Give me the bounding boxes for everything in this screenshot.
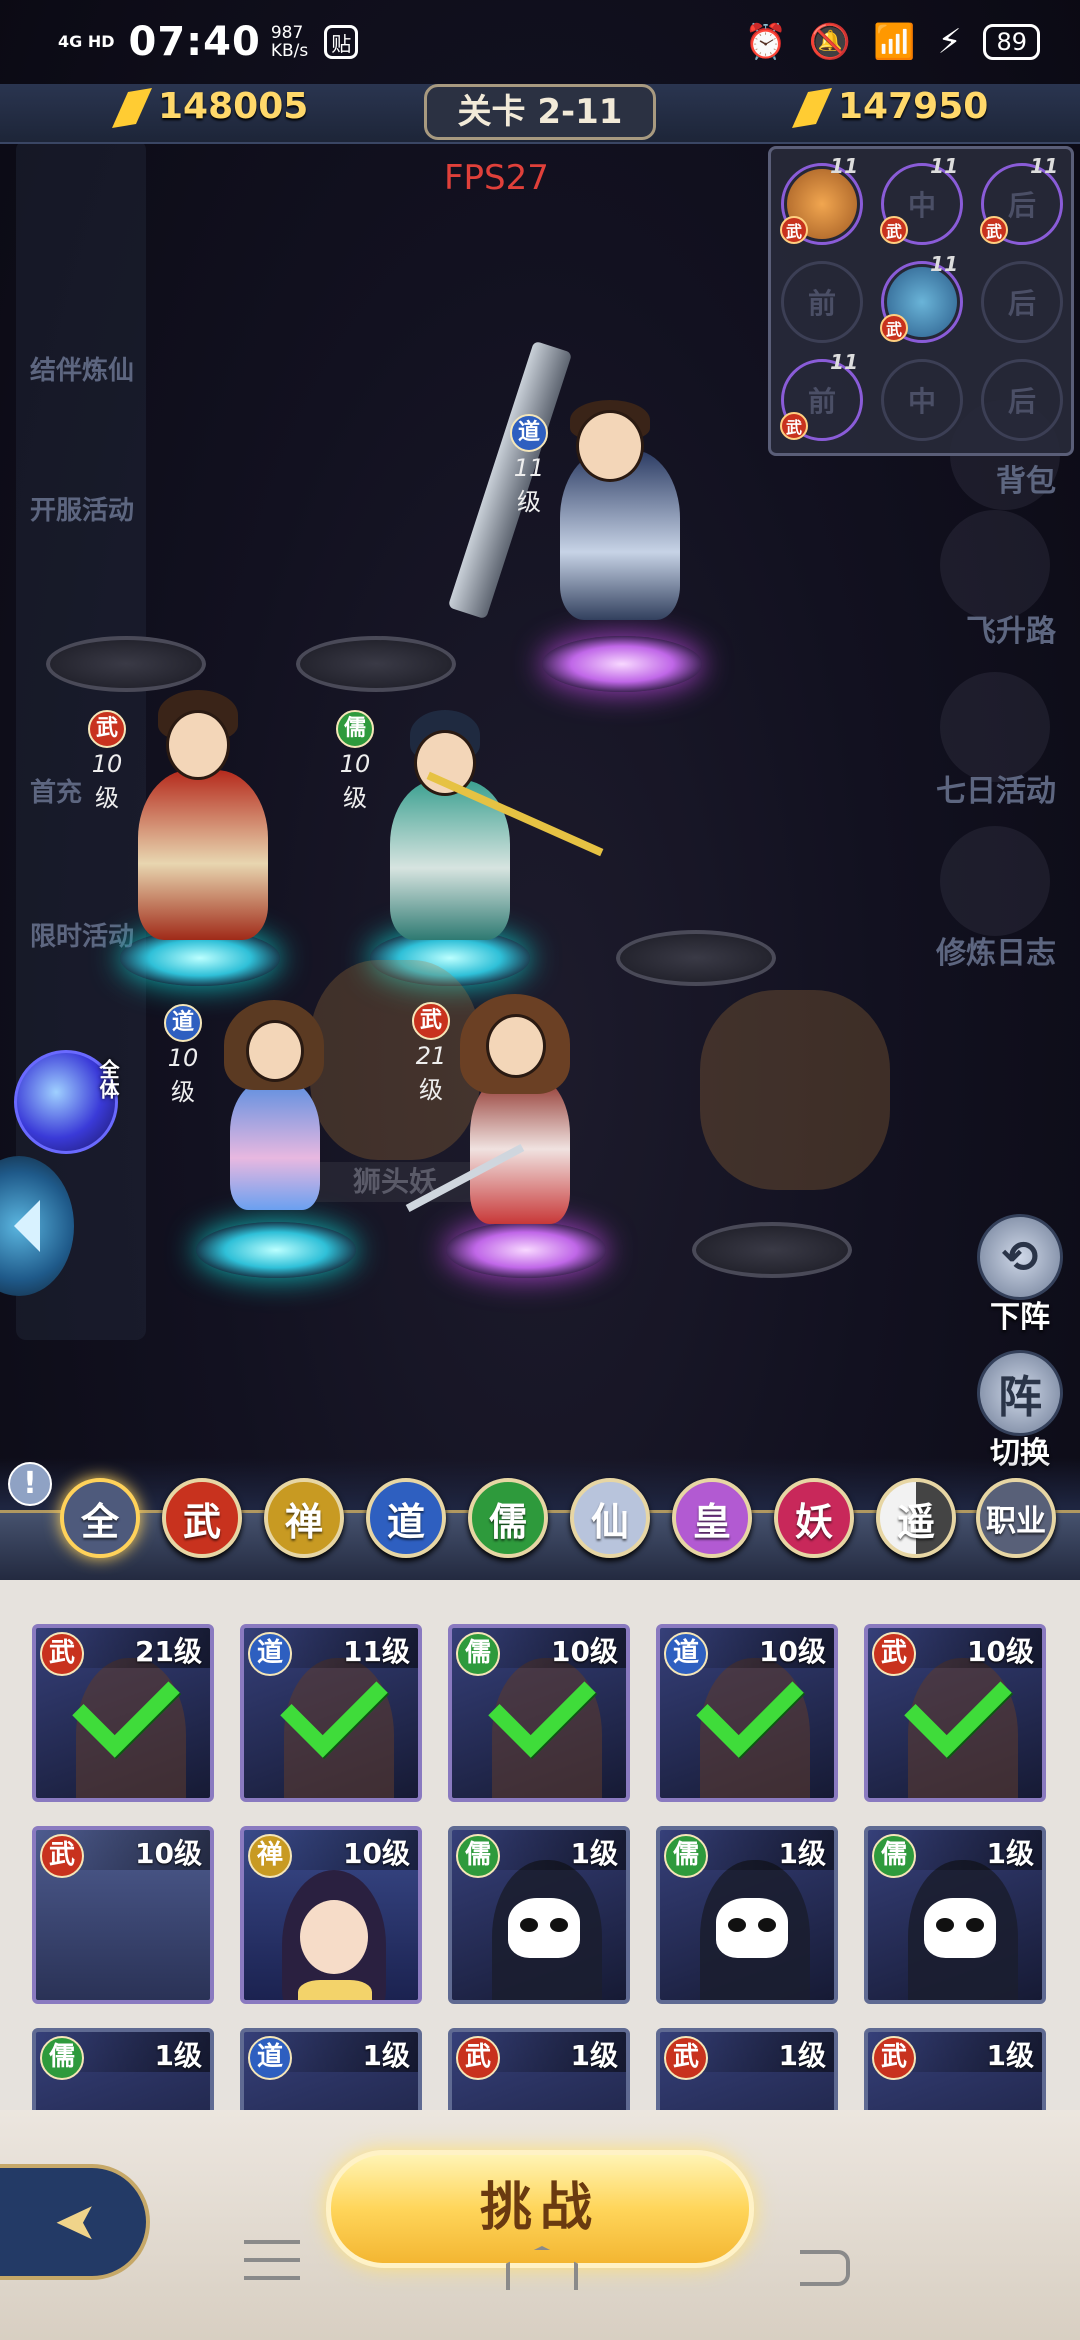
game-screen: { "status_bar": { "network": "4G HD", "t… [0, 0, 1080, 2340]
hero-card[interactable]: 武 1级 [864, 2028, 1046, 2110]
charging-icon: ⚡ [937, 22, 962, 62]
clock: 07:40 [128, 19, 261, 65]
formation-slot[interactable]: 前 11 武 [780, 350, 863, 441]
player-power: 148005 [112, 86, 308, 128]
status-icons: ⏰ 🔕 📶 ⚡ 89 [745, 22, 1040, 62]
formation-icon: 阵 [977, 1350, 1063, 1436]
hero-card[interactable]: 儒 10级 [448, 1624, 630, 1802]
system-menu-button[interactable] [244, 2240, 300, 2290]
formation-slot[interactable]: 后 11 武 [980, 154, 1063, 245]
menu-item-training-log[interactable]: 修炼日志 [936, 928, 1056, 972]
menu-item-ascension[interactable]: 飞升路 [966, 606, 1056, 650]
hero-blue-maiden[interactable] [210, 990, 340, 1240]
hero-tag: 道 11 级 [510, 414, 548, 517]
filter-xian[interactable]: 仙 [570, 1478, 650, 1558]
filter-huang[interactable]: 皇 [672, 1478, 752, 1558]
locked-mask-icon [508, 1898, 580, 1958]
formation-slot[interactable]: 后 [981, 261, 1063, 343]
formation-slot[interactable]: 中 11 武 [880, 154, 963, 245]
locked-mask-icon [716, 1898, 788, 1958]
enemy-power: 147950 [792, 86, 988, 128]
hero-tag: 武 10 级 [88, 710, 126, 813]
menu-item-companion[interactable]: 结伴炼仙 [30, 350, 134, 387]
maiden-portrait [268, 1860, 398, 2000]
filter-yao[interactable]: 妖 [774, 1478, 854, 1558]
power-icon [792, 88, 832, 128]
empty-position[interactable] [616, 930, 776, 986]
hero-card[interactable]: 儒 1级 [448, 1826, 630, 2004]
journal-icon [940, 826, 1050, 936]
bottom-bar: 挑战 [0, 2110, 1080, 2340]
hero-card[interactable]: 武 1级 [448, 2028, 630, 2110]
filter-chan[interactable]: 禅 [264, 1478, 344, 1558]
filter-dao[interactable]: 道 [366, 1478, 446, 1558]
filter-yao-dual[interactable]: 遥 [876, 1478, 956, 1558]
formation-slot[interactable]: 中 [881, 359, 963, 441]
stage-label: 关卡 2-11 [424, 84, 656, 140]
formation-panel: 11 武 中 11 武 后 11 武 前 11 武 后 前 11 武 中 后 [768, 146, 1074, 456]
formation-slot[interactable]: 11 武 [880, 252, 963, 343]
empty-position[interactable] [296, 636, 456, 692]
hero-card[interactable]: 儒 1级 [864, 1826, 1046, 2004]
network-speed: 987 KB/s [270, 23, 309, 61]
menu-item-first-charge[interactable]: 首充 [30, 772, 82, 809]
menu-item-bag[interactable]: 背包 [996, 456, 1056, 500]
sticker-notification-icon: 贴 [324, 25, 359, 59]
empty-position[interactable] [692, 1222, 852, 1278]
hero-spearman[interactable] [360, 700, 604, 950]
fps-counter: FPS27 [444, 158, 549, 198]
class-filter-bar: 全 武 禅 道 儒 仙 皇 妖 遥 职业 [0, 1458, 1080, 1580]
hero-card[interactable]: 武 1级 [656, 2028, 838, 2110]
unequip-button[interactable]: ⟲ 下阵 [974, 1214, 1066, 1336]
pagoda-icon [940, 510, 1050, 620]
hero-card[interactable]: 禅 10级 [240, 1826, 422, 2004]
locked-mask-icon [924, 1898, 996, 1958]
skill-orb-button[interactable]: 全体 [14, 1050, 120, 1154]
return-bird-button[interactable] [0, 2164, 150, 2280]
hero-tag: 儒 10 级 [336, 710, 374, 813]
hero-fan-scholar[interactable] [118, 680, 288, 950]
hero-card[interactable]: 道 11级 [240, 1624, 422, 1802]
network-indicator: 4G HD [58, 32, 115, 51]
hero-card[interactable]: 儒 1级 [32, 2028, 214, 2110]
system-back-button[interactable] [800, 2250, 850, 2286]
hero-tag: 武 21 级 [412, 1002, 450, 1105]
formation-slot[interactable]: 后 [981, 359, 1063, 441]
menu-item-server-event[interactable]: 开服活动 [30, 490, 134, 527]
battery-level: 89 [983, 24, 1040, 60]
wifi-icon: 📶 [873, 22, 916, 62]
hero-card[interactable]: 武 10级 [32, 1826, 214, 2004]
filter-wu[interactable]: 武 [162, 1478, 242, 1558]
formation-slot[interactable]: 前 [781, 261, 863, 343]
filter-all[interactable]: 全 [60, 1478, 140, 1558]
formation-switch-button[interactable]: 阵 切换 [974, 1350, 1066, 1472]
hero-card[interactable]: 道 1级 [240, 2028, 422, 2110]
filter-profession[interactable]: 职业 [976, 1478, 1056, 1558]
hero-card[interactable]: 武 21级 [32, 1624, 214, 1802]
filter-ru[interactable]: 儒 [468, 1478, 548, 1558]
mute-icon: 🔕 [808, 22, 852, 62]
hero-roster: 武 21级 道 11级 儒 10级 道 10级 武 10级 武 10级 禅 10… [0, 1580, 1080, 2110]
enemy-lion-silhouette [700, 990, 890, 1190]
info-alert-icon[interactable]: ! [8, 1462, 52, 1506]
menu-item-seven-day[interactable]: 七日活动 [936, 766, 1056, 810]
hero-tag: 道 10 级 [164, 1004, 202, 1107]
hero-card[interactable]: 道 10级 [656, 1624, 838, 1802]
status-bar: 4G HD 07:40 987 KB/s 贴 ⏰ 🔕 📶 ⚡ 89 [0, 0, 1080, 84]
hero-card[interactable]: 武 10级 [864, 1624, 1046, 1802]
hero-card[interactable]: 儒 1级 [656, 1826, 838, 2004]
refresh-icon: ⟲ [977, 1214, 1063, 1300]
power-icon [112, 88, 152, 128]
battle-top-bar: 148005 关卡 2-11 147950 [0, 84, 1080, 144]
alarm-icon: ⏰ [744, 22, 787, 62]
formation-slot[interactable]: 11 武 [780, 154, 863, 245]
